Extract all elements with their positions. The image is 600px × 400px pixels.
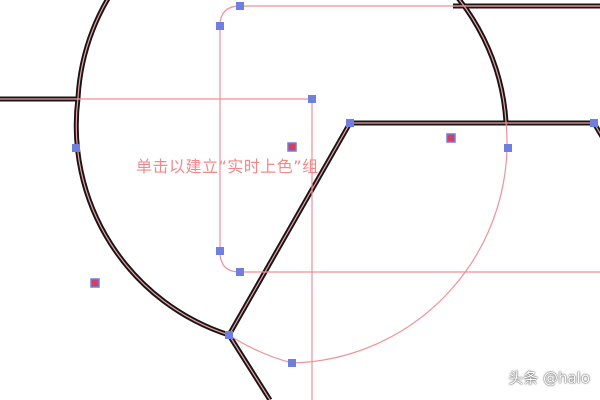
watermark: 头条 @halo: [508, 369, 590, 387]
rounded-rect-guide: [219, 5, 600, 273]
anchor-point[interactable]: [236, 268, 244, 276]
anchor-point[interactable]: [216, 22, 224, 30]
selected-paths[interactable]: [0, 0, 600, 400]
anchor-point[interactable]: [225, 331, 233, 339]
anchor-point[interactable]: [216, 247, 224, 255]
path-inner-line: [228, 334, 271, 400]
anchor-point[interactable]: [72, 144, 80, 152]
center-point[interactable]: [446, 133, 456, 143]
bounding-guides: [79, 5, 600, 400]
anchor-points[interactable]: [72, 2, 598, 367]
path-inner-line: [228, 122, 600, 336]
circle-path[interactable]: [431, 0, 509, 123]
center-point[interactable]: [287, 142, 297, 152]
center-point[interactable]: [90, 278, 100, 288]
anchor-point[interactable]: [346, 119, 354, 127]
hexagon-path[interactable]: [226, 120, 600, 337]
anchor-point[interactable]: [590, 119, 598, 127]
anchor-point[interactable]: [308, 95, 316, 103]
live-paint-canvas[interactable]: 单击以建立“实时上色”组 头条 @halo: [0, 0, 600, 400]
anchor-point[interactable]: [288, 359, 296, 367]
artwork-layer[interactable]: [0, 0, 600, 400]
live-paint-hint-tooltip: 单击以建立“实时上色”组: [136, 157, 319, 176]
anchor-point[interactable]: [236, 2, 244, 10]
anchor-point[interactable]: [504, 144, 512, 152]
